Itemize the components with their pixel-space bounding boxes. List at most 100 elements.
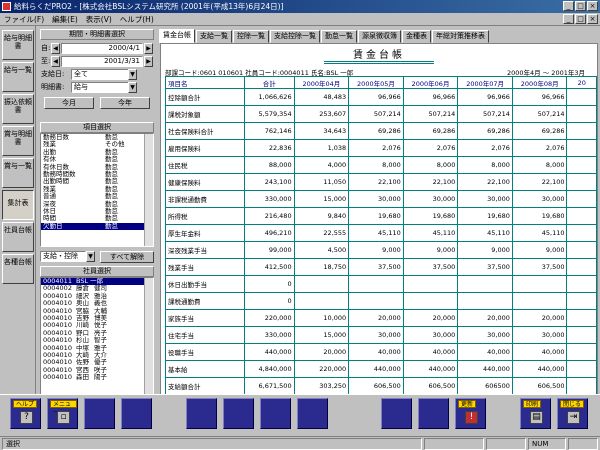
cell-value: 9,840 — [293, 207, 350, 225]
cell-value: 1,038 — [293, 139, 350, 157]
fkey-6[interactable] — [223, 398, 254, 429]
table-row: 厚生年金料 496,210 22,555 45,110 45,110 45,110 45,1… — [165, 224, 597, 242]
employees-list[interactable]: 0004011 BSL 一郎 0004002 藤倉 健司 0004010 細沢 雅治 00… — [40, 277, 154, 412]
close-key[interactable]: 閉じる ⇥ — [557, 398, 588, 429]
menu-key[interactable]: メニュー ▫ — [47, 398, 78, 429]
tab-deduction-list[interactable]: 控除一覧 — [233, 30, 269, 43]
update-key[interactable]: 更新! — [455, 398, 486, 429]
employees-scrollbar[interactable] — [144, 278, 153, 411]
cell-value: 22,100 — [511, 173, 568, 191]
update-icon: ! — [465, 411, 478, 424]
clear-all-button[interactable]: すべて解除 — [100, 251, 154, 263]
from-date-input[interactable]: 2000/4/1 — [61, 43, 143, 54]
cell-value: 507,214 — [348, 105, 404, 123]
status-panel-2 — [486, 438, 526, 450]
help-key[interactable]: ヘルプ? — [10, 398, 41, 429]
tab-pay-deduction-list[interactable]: 支給控除一覧 — [270, 30, 320, 43]
list-item[interactable]: 勤務日数 勤怠 — [41, 134, 153, 141]
list-item[interactable]: 休日 勤怠 — [41, 207, 153, 215]
to-date-input[interactable]: 2001/3/31 — [61, 56, 143, 67]
fkey-10[interactable] — [418, 398, 449, 429]
mdi-maximize-button[interactable]: □ — [575, 14, 586, 24]
list-item[interactable]: 残業 勤怠 — [41, 185, 153, 193]
payday-dropdown-icon[interactable]: ▼ — [128, 69, 137, 80]
fkey-3[interactable] — [84, 398, 115, 429]
mdi-close-button[interactable]: × — [587, 14, 598, 24]
tab-payment-list[interactable]: 支給一覧 — [196, 30, 232, 43]
tab-withholding-book[interactable]: 源泉徴収簿 — [358, 30, 401, 43]
cell-value: 243,100 — [244, 173, 295, 191]
cell-value: 5,579,354 — [244, 105, 295, 123]
to-prev-button[interactable]: ◀ — [51, 56, 60, 67]
maximize-button[interactable]: □ — [575, 1, 586, 11]
table-header-row: 項目名 合計 2000年04月 2000年05月 2000年06月 2000年0… — [165, 76, 597, 89]
row-label: 課税対象額 — [165, 105, 245, 123]
period-header: 期間・明細書選択 — [40, 29, 154, 40]
menu-help[interactable]: ヘルプ(H) — [120, 14, 154, 25]
nav-bonus-list[interactable]: 賞与一覧 — [2, 158, 34, 188]
row-label: 支給額合計 — [165, 377, 245, 395]
list-item[interactable]: 深夜 勤怠 — [41, 200, 153, 208]
cell-value: 440,000 — [457, 360, 513, 378]
fkey-4[interactable] — [121, 398, 152, 429]
nav-various-ledgers[interactable]: 各種台帳 — [2, 254, 34, 284]
nav-employee-ledger[interactable]: 社員台帳 — [2, 222, 34, 252]
nav-bonus-slip[interactable]: 賞与明細書 — [2, 126, 34, 156]
table-row: 役職手当 440,000 20,000 40,000 40,000 40,000 40,00… — [165, 343, 597, 361]
cell-value: 37,500 — [348, 258, 404, 276]
list-item[interactable]: 出勤時間 勤怠 — [41, 177, 153, 185]
tab-attendance-list[interactable]: 勤怠一覧 — [321, 30, 357, 43]
cell-value: 22,100 — [457, 173, 513, 191]
this-month-button[interactable]: 今月 — [44, 97, 94, 109]
cell-value: 496,210 — [244, 224, 295, 242]
from-prev-button[interactable]: ◀ — [51, 43, 60, 54]
nav-transfer-request[interactable]: 振込依頼書 — [2, 94, 34, 124]
cell-value — [293, 275, 350, 293]
nav-pay-slip[interactable]: 給与明細書 — [2, 30, 34, 60]
this-year-button[interactable]: 今年 — [100, 97, 150, 109]
payday-select[interactable]: 全て — [71, 69, 129, 80]
cell-value: 220,000 — [293, 360, 350, 378]
cell-value — [566, 224, 597, 242]
to-next-button[interactable]: ▶ — [144, 56, 153, 67]
cell-value — [566, 275, 597, 293]
table-row: 住民税 88,000 4,000 8,000 8,000 8,000 8,000 — [165, 156, 597, 174]
fkey-5[interactable] — [186, 398, 217, 429]
menu-file[interactable]: ファイル(F) — [4, 14, 44, 25]
tab-wage-ledger[interactable]: 賃金台帳 — [159, 29, 195, 43]
cell-value: 2,076 — [402, 139, 459, 157]
cell-value: 20,000 — [511, 309, 568, 327]
from-next-button[interactable]: ▶ — [144, 43, 153, 54]
fkey-9[interactable] — [381, 398, 412, 429]
minimize-button[interactable]: _ — [563, 1, 574, 11]
item-filter-dropdown-icon[interactable]: ▼ — [86, 251, 95, 262]
list-item[interactable]: 欠勤日 勤怠 — [41, 222, 153, 231]
row-label: 雇用保険料 — [165, 139, 245, 157]
wage-ledger-sheet[interactable]: 賃金台帳 部課コード:0601 010601 社員コード:0004011 氏名:… — [160, 43, 598, 411]
slip-type-dropdown-icon[interactable]: ▼ — [128, 82, 137, 93]
fkey-7[interactable] — [260, 398, 291, 429]
close-button[interactable]: × — [587, 1, 598, 11]
table-row: 課税対象額 5,579,354 253,607 507,214 507,214 507,2… — [165, 105, 597, 123]
menu-view[interactable]: 表示(V) — [86, 14, 112, 25]
mdi-minimize-button[interactable]: _ — [563, 14, 574, 24]
menu-edit[interactable]: 編集(E) — [52, 14, 78, 25]
cell-value: 69,286 — [348, 122, 404, 140]
list-item[interactable]: 普通 勤怠 — [41, 192, 153, 200]
item-filter-select[interactable]: 支給・控除 — [40, 251, 86, 262]
slip-type-select[interactable]: 給与 — [71, 82, 129, 93]
list-item[interactable]: 0004010 森田 陽子 — [41, 373, 153, 381]
nav-summary[interactable]: 集計表 — [2, 190, 34, 220]
list-item[interactable]: 出勤 勤怠 — [41, 148, 153, 156]
nav-pay-list[interactable]: 給与一覧 — [2, 62, 34, 92]
tab-annual-trend[interactable]: 年総対策推移表 — [432, 30, 489, 43]
list-item[interactable]: 残業 その他 — [41, 140, 153, 148]
items-scrollbar[interactable] — [144, 134, 153, 246]
selection-panel: 期間・明細書選択 自: ◀ 2000/4/1 ▶ 至: ◀ 2001/3/31 … — [38, 26, 156, 414]
items-list[interactable]: 勤務日数 勤怠 残業 その他 出勤 勤怠 有休 勤怠 有休日数 勤怠 勤務時間数 勤怠 出勤… — [40, 133, 154, 247]
print-key[interactable]: 印刷 ▤ — [520, 398, 551, 429]
cell-value: 37,500 — [457, 258, 513, 276]
cell-value: 507,214 — [457, 105, 513, 123]
fkey-8[interactable] — [297, 398, 328, 429]
tab-denomination[interactable]: 金種表 — [402, 30, 431, 43]
